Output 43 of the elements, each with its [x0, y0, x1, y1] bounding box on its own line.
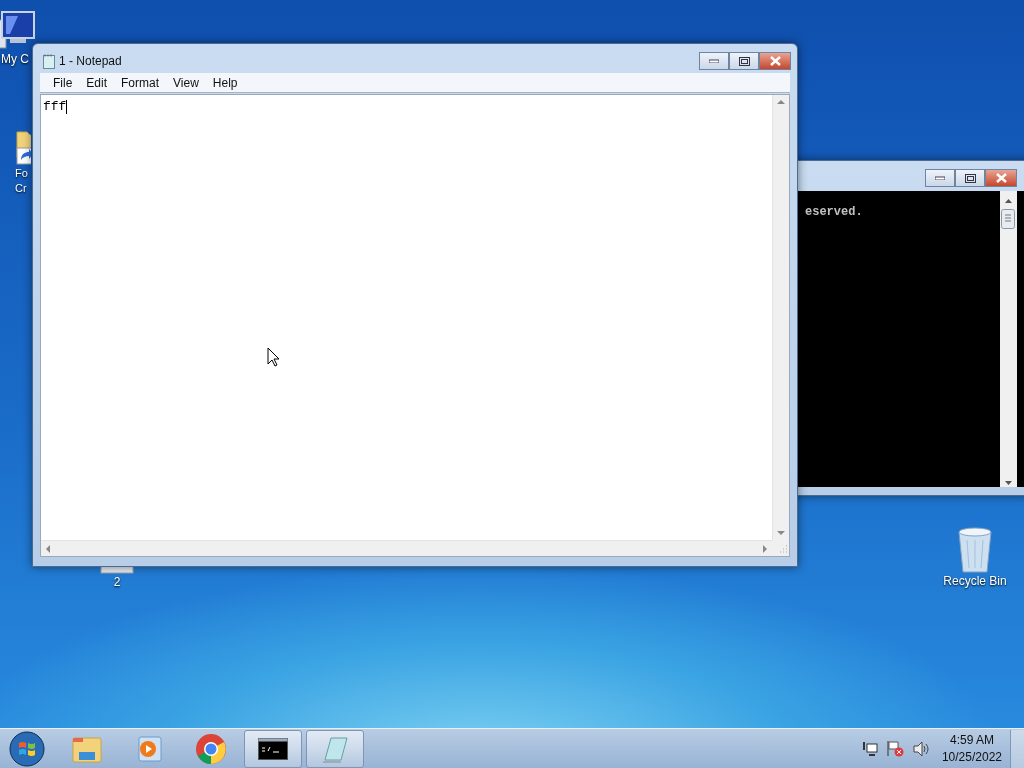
scroll-left-arrow-icon[interactable] [45, 544, 50, 553]
console-taskbar-icon[interactable] [244, 729, 302, 768]
menu-item[interactable]: Format [114, 73, 167, 92]
close-icon [769, 56, 781, 66]
maximize-icon [964, 173, 976, 183]
vertical-scrollbar[interactable] [772, 95, 789, 540]
close-icon [995, 173, 1007, 183]
text-cursor [66, 99, 68, 114]
speaker-icon[interactable] [911, 740, 930, 757]
scroll-down-arrow-icon[interactable] [777, 531, 785, 536]
clock-time[interactable]: 4:59 AM [941, 731, 1002, 749]
icon-label: Cr [15, 181, 27, 196]
scroll-up-arrow-icon[interactable] [777, 99, 785, 104]
maximize-button[interactable] [955, 169, 985, 187]
flag-icon[interactable] [885, 740, 904, 757]
mouse-pointer-icon [267, 347, 280, 367]
menu-item[interactable]: Help [205, 73, 245, 92]
recycle-icon[interactable] [955, 526, 995, 574]
maximize-icon [738, 56, 750, 66]
icon-label: Fo [15, 166, 28, 181]
notepad-icon [43, 53, 55, 69]
document-text: fff [43, 98, 67, 116]
text-area[interactable]: fff [40, 94, 790, 557]
clock-date[interactable]: 10/25/2022 [941, 748, 1002, 766]
icon-label: Recycle Bin [943, 574, 1007, 589]
scrollbar[interactable] [1000, 191, 1017, 487]
show-desktop-button[interactable] [1010, 729, 1024, 768]
close-button[interactable] [985, 169, 1017, 187]
horizontal-scrollbar[interactable] [41, 540, 772, 556]
window-title: 1 - Notepad [59, 53, 122, 70]
close-button[interactable] [759, 52, 791, 70]
minimize-icon [935, 176, 945, 180]
maximize-button[interactable] [729, 52, 759, 70]
computer-icon[interactable] [0, 10, 38, 52]
menu-item[interactable]: File [46, 73, 80, 92]
menu-item[interactable]: View [166, 73, 206, 92]
minimize-icon [709, 59, 719, 63]
menu-item[interactable]: Edit [79, 73, 115, 92]
icon-label: 2 [113, 575, 121, 590]
scroll-right-arrow-icon[interactable] [763, 544, 768, 553]
icon-label: My C [1, 52, 29, 67]
network-icon[interactable] [861, 740, 878, 757]
console-text: eserved. [805, 204, 863, 221]
